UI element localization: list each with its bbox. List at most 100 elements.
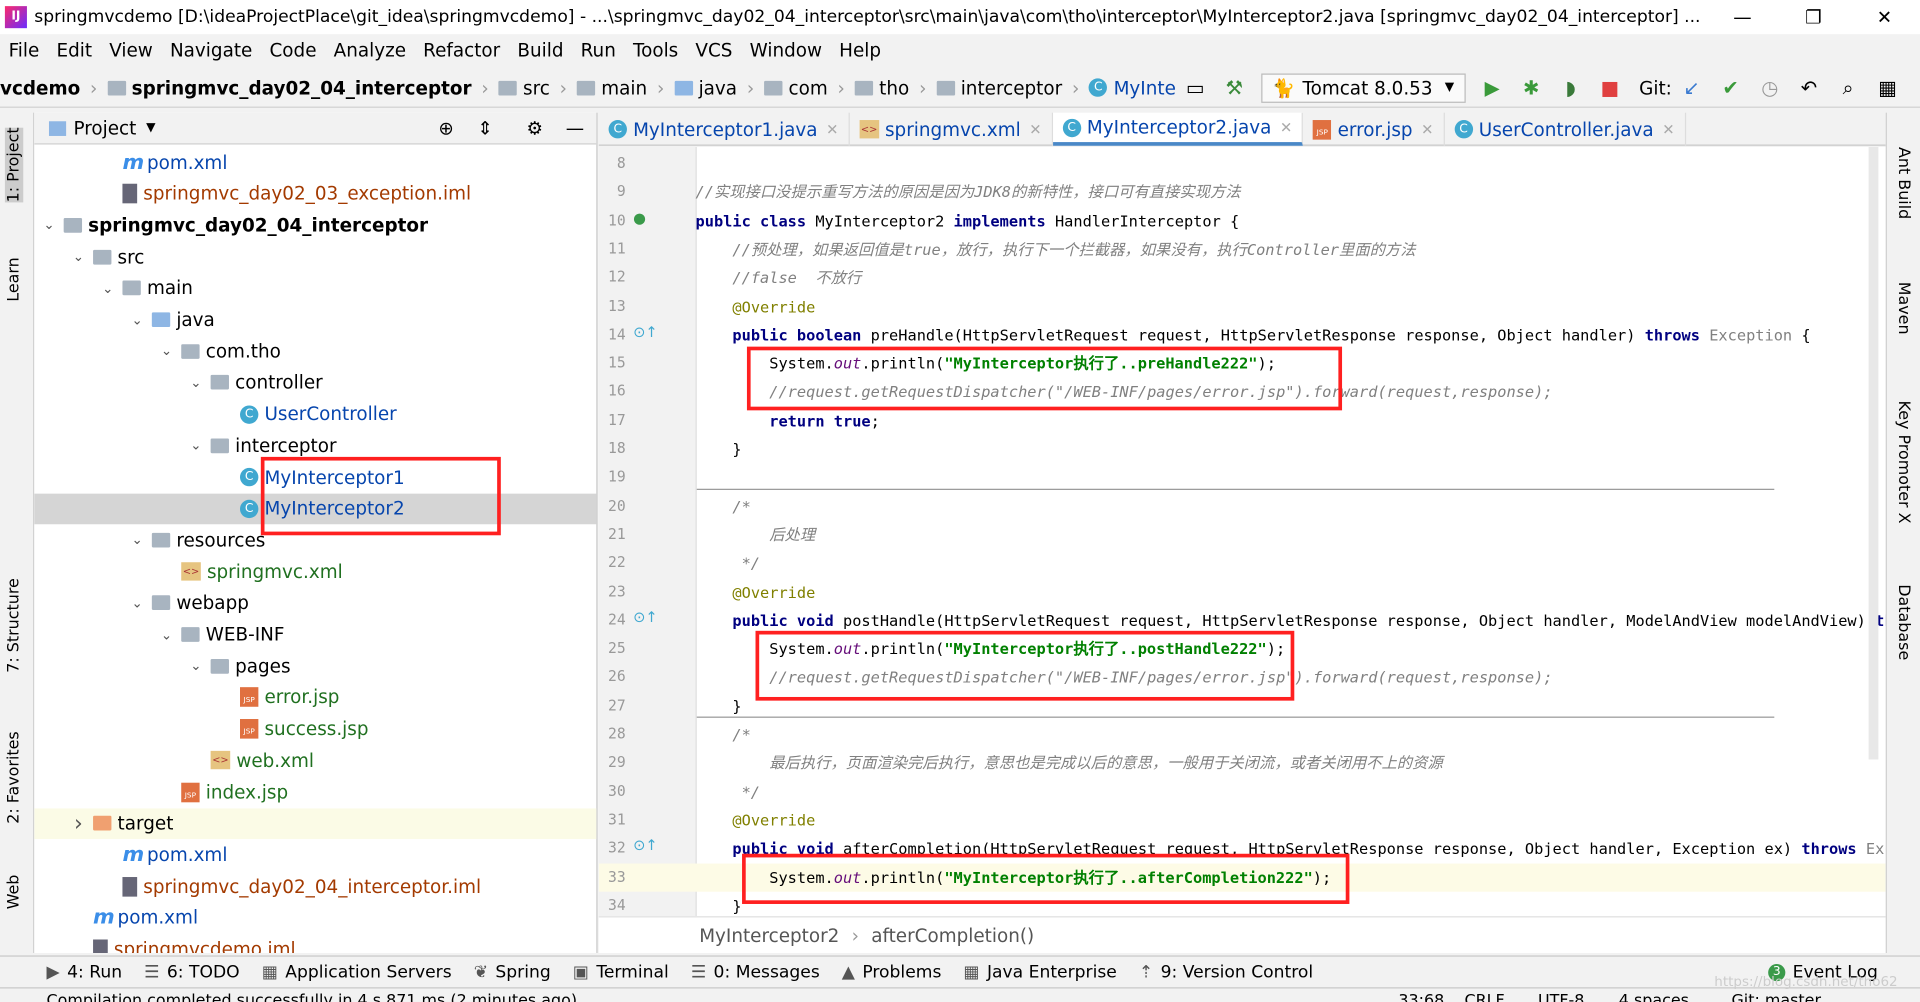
tree-item[interactable]: ⌄ main	[34, 273, 596, 304]
tree-item[interactable]: JSP success.jsp	[34, 714, 596, 745]
tool-window-messages[interactable]: ☰ 0: Messages	[691, 962, 820, 982]
git-update-icon[interactable]: ↙	[1678, 76, 1705, 99]
collapse-all-icon[interactable]: ⇕	[478, 117, 493, 139]
indent-setting[interactable]: 4 spaces	[1619, 992, 1689, 1002]
tool-window-application-servers[interactable]: ▦ Application Servers	[262, 962, 452, 982]
close-tab-icon[interactable]: ✕	[1029, 121, 1041, 138]
tool-window-spring[interactable]: ❦ Spring	[474, 962, 551, 982]
coverage-icon[interactable]: ◗	[1557, 76, 1584, 99]
tool-tab-key-promoter[interactable]: Key Promoter X	[1894, 401, 1912, 524]
tree-item[interactable]: <> web.xml	[34, 745, 596, 776]
nav-crumb[interactable]: interceptor	[936, 77, 1062, 99]
menu-window[interactable]: Window	[741, 39, 831, 61]
tree-item[interactable]: ⌄ src	[34, 241, 596, 272]
run-config-dropdown[interactable]: 🐈 Tomcat 8.0.53 ▼	[1261, 72, 1466, 103]
close-tab-icon[interactable]: ✕	[826, 121, 838, 138]
tool-tab-maven[interactable]: Maven	[1894, 282, 1912, 335]
menu-run[interactable]: Run	[572, 39, 624, 61]
revert-icon[interactable]: ↶	[1796, 76, 1823, 99]
chevron-down-icon[interactable]: ⌄	[186, 375, 206, 391]
tree-item[interactable]: ⌄ com.tho	[34, 336, 596, 367]
chevron-right-icon[interactable]: ›	[69, 811, 89, 837]
chevron-down-icon[interactable]: ⌄	[69, 249, 89, 265]
tree-item[interactable]: JSP index.jsp	[34, 777, 596, 808]
nav-crumb[interactable]: C MyInterceptor2	[1089, 77, 1176, 99]
menu-tools[interactable]: Tools	[624, 39, 686, 61]
build-hammer-icon[interactable]: ⚒	[1221, 76, 1248, 99]
nav-crumb[interactable]: java	[674, 77, 737, 99]
code-editor[interactable]: ● ⊙↑ ⊙↑ ⊙↑ 8 9//实现接口没提示重写方法的原因是因为JDK8的新特性，接口…	[598, 146, 1886, 917]
tree-item[interactable]: m pom.xml	[34, 840, 596, 871]
project-view-selector[interactable]: Project	[73, 117, 136, 139]
menu-file[interactable]: File	[0, 39, 48, 61]
breadcrumb-class[interactable]: MyInterceptor2	[699, 924, 839, 946]
tree-item[interactable]: springmvcdemo.iml	[34, 934, 596, 953]
nav-crumb[interactable]: main	[576, 77, 647, 99]
hide-icon[interactable]: —	[566, 117, 584, 139]
close-tab-icon[interactable]: ✕	[1421, 121, 1433, 138]
run-icon[interactable]: ▶	[1479, 76, 1506, 99]
breadcrumb-method[interactable]: afterCompletion()	[871, 924, 1034, 946]
gear-icon[interactable]: ⚙	[527, 117, 543, 139]
chevron-down-icon[interactable]: ⌄	[157, 343, 177, 359]
git-branch[interactable]: Git: master	[1731, 992, 1821, 1002]
history-icon[interactable]: ◷	[1756, 76, 1783, 99]
tree-item[interactable]: ⌄ java	[34, 304, 596, 335]
tree-item[interactable]: ⌄ WEB-INF	[34, 619, 596, 650]
nav-crumb[interactable]: vcdemo	[0, 77, 80, 99]
restore-button[interactable]: ❐	[1778, 0, 1849, 34]
file-encoding[interactable]: UTF-8	[1538, 992, 1584, 1002]
nav-crumb[interactable]: src	[498, 77, 550, 99]
nav-crumb[interactable]: springmvc_day02_04_interceptor	[107, 77, 472, 99]
tree-item[interactable]: ⌄ controller	[34, 367, 596, 398]
nav-crumb[interactable]: tho	[854, 77, 909, 99]
chevron-down-icon[interactable]: ⌄	[157, 627, 177, 643]
chevron-down-icon[interactable]: ⌄	[186, 658, 206, 674]
tree-item[interactable]: C UserController	[34, 399, 596, 430]
menu-view[interactable]: View	[101, 39, 162, 61]
editor-tab[interactable]: C MyInterceptor2.java ✕	[1052, 112, 1304, 146]
menu-navigate[interactable]: Navigate	[161, 39, 261, 61]
menu-code[interactable]: Code	[261, 39, 325, 61]
tool-window-todo[interactable]: ☰ 6: TODO	[144, 962, 240, 982]
tool-tab-structure[interactable]: 7: Structure	[5, 578, 23, 673]
menu-build[interactable]: Build	[509, 39, 572, 61]
tool-window-terminal[interactable]: ▣ Terminal	[573, 962, 669, 982]
editor-tab[interactable]: JSP error.jsp ✕	[1303, 112, 1445, 146]
tool-tab-web[interactable]: Web	[5, 875, 23, 910]
nav-crumb[interactable]: com	[764, 77, 828, 99]
chevron-down-icon[interactable]: ⌄	[186, 438, 206, 454]
tree-item[interactable]: › target	[34, 808, 597, 839]
menu-help[interactable]: Help	[831, 39, 890, 61]
chevron-down-icon[interactable]: ⌄	[98, 280, 118, 296]
tree-item[interactable]: ⌄ springmvc_day02_04_interceptor	[34, 210, 596, 241]
minimize-button[interactable]: —	[1707, 0, 1778, 34]
chevron-down-icon[interactable]: ▼	[146, 121, 155, 134]
editor-tab[interactable]: C UserController.java ✕	[1445, 112, 1686, 146]
tree-item[interactable]: <> springmvc.xml	[34, 556, 596, 587]
tool-window-version-control[interactable]: ⇡ 9: Version Control	[1139, 962, 1313, 982]
menu-analyze[interactable]: Analyze	[325, 39, 415, 61]
editor-tab[interactable]: <> springmvc.xml ✕	[849, 112, 1053, 146]
tool-tab-project[interactable]: 1: Project	[4, 127, 24, 203]
editor-tab[interactable]: C MyInterceptor1.java ✕	[599, 112, 850, 146]
close-button[interactable]: ✕	[1849, 0, 1920, 34]
chevron-down-icon[interactable]: ⌄	[127, 312, 147, 328]
tree-item[interactable]: ⌄ pages	[34, 651, 596, 682]
tool-window-run[interactable]: ▶ 4: Run	[47, 962, 123, 982]
git-commit-icon[interactable]: ✔	[1717, 76, 1744, 99]
tree-item[interactable]: springmvc_day02_03_exception.iml	[34, 178, 596, 209]
tree-item[interactable]: ⌄ webapp	[34, 588, 596, 619]
locate-icon[interactable]: ⊕	[438, 117, 453, 139]
line-separator[interactable]: CRLF	[1465, 992, 1505, 1002]
close-tab-icon[interactable]: ✕	[1662, 121, 1674, 138]
menu-edit[interactable]: Edit	[48, 39, 101, 61]
layout-icon[interactable]: ▭	[1182, 76, 1209, 99]
menu-refactor[interactable]: Refactor	[415, 39, 509, 61]
tool-window-problems[interactable]: ▲ Problems	[842, 962, 942, 982]
tool-window-java-enterprise[interactable]: ▦ Java Enterprise	[963, 962, 1116, 982]
tree-item[interactable]: m pom.xml	[34, 147, 596, 178]
chevron-down-icon[interactable]: ⌄	[39, 217, 59, 233]
editor-scrollbar[interactable]	[1868, 146, 1879, 760]
tree-item[interactable]: springmvc_day02_04_interceptor.iml	[34, 871, 596, 902]
